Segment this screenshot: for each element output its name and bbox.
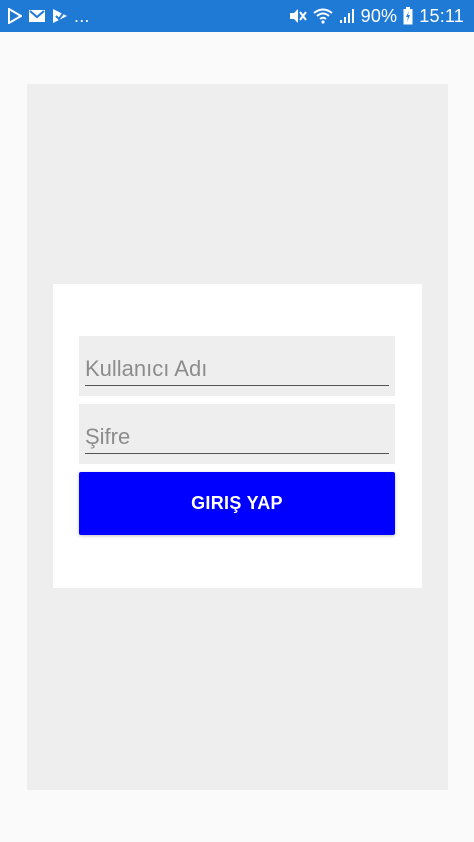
status-bar: ... 90% 15:11: [0, 0, 474, 32]
outer-panel: GIRIŞ YAP: [27, 84, 448, 790]
password-field[interactable]: [79, 404, 395, 464]
status-bar-left: ...: [8, 6, 90, 27]
gmail-icon: [28, 9, 46, 23]
mute-icon: [289, 8, 307, 24]
app-content: GIRIŞ YAP: [0, 32, 474, 842]
login-card: GIRIŞ YAP: [53, 284, 422, 588]
password-input[interactable]: [85, 420, 389, 454]
notification-overflow: ...: [74, 5, 90, 26]
login-button[interactable]: GIRIŞ YAP: [79, 472, 395, 535]
wifi-icon: [313, 8, 333, 24]
battery-percentage: 90%: [360, 5, 398, 26]
signal-icon: [339, 8, 355, 24]
status-bar-right: 90% 15:11: [289, 6, 464, 27]
play-store-icon: [8, 8, 22, 24]
username-input[interactable]: [85, 352, 389, 386]
notification-check-icon: [52, 8, 68, 24]
battery-icon: [403, 7, 413, 25]
clock: 15:11: [419, 5, 464, 26]
username-field[interactable]: [79, 336, 395, 396]
